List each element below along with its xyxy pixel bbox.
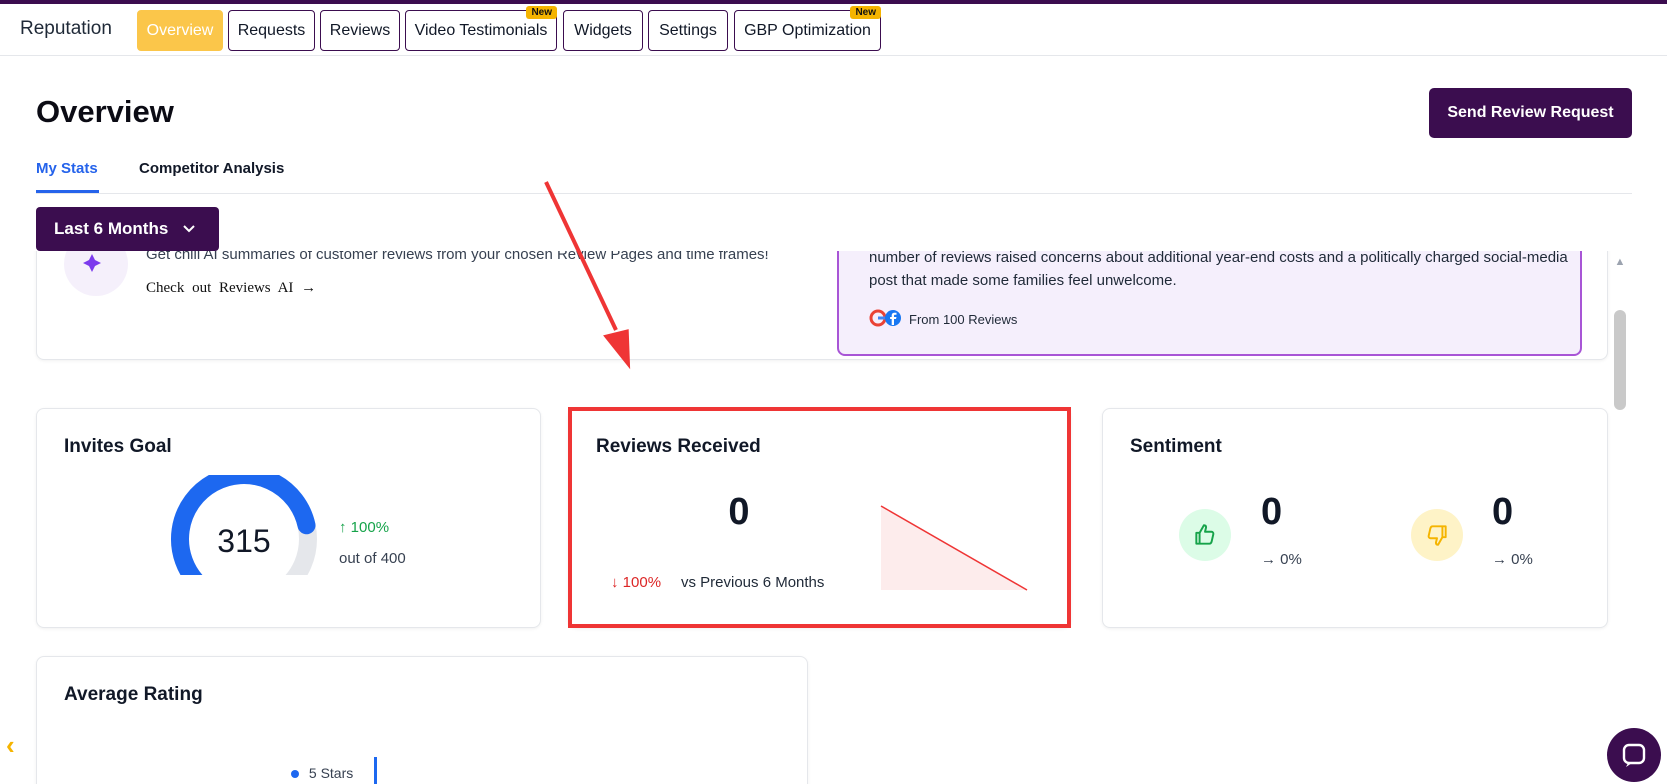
invites-goal-trend-value: 100% (350, 519, 390, 536)
send-review-request-button[interactable]: Send Review Request (1429, 88, 1632, 138)
date-range-label: Last 6 Months (54, 219, 169, 238)
reviews-received-trend-value: 100% (622, 574, 662, 591)
tab-requests-label: Requests (237, 21, 306, 39)
tab-settings[interactable]: Settings (648, 10, 728, 51)
sentiment-positive-value: 0 (1261, 491, 1283, 533)
chat-widget-button[interactable] (1607, 728, 1661, 782)
scrollbar-thumb[interactable] (1614, 310, 1626, 410)
tab-video-testimonials[interactable]: Video Testimonials New (405, 6, 557, 51)
reviews-trend-sparkline (879, 504, 1029, 594)
average-rating-title: Average Rating (64, 684, 203, 705)
tab-widgets[interactable]: Widgets (563, 10, 643, 51)
invites-goal-title: Invites Goal (64, 436, 172, 457)
thumbs-up-icon (1179, 509, 1231, 561)
invites-goal-card: Invites Goal 315 ↑ 100% out of 400 (36, 408, 541, 628)
invites-goal-value: 315 (217, 523, 271, 559)
new-badge: New (526, 6, 557, 19)
invites-goal-target: out of 400 (339, 550, 406, 567)
annotation-arrow (540, 180, 640, 370)
average-rating-legend-item: 5 Stars (291, 765, 353, 781)
app-title: Reputation (20, 18, 112, 39)
arrow-down-icon: ↓ (611, 574, 619, 591)
subtabs-divider (36, 193, 1632, 194)
scroll-up-arrow[interactable]: ▲ (1612, 256, 1628, 270)
thumbs-down-icon (1411, 509, 1463, 561)
average-rating-card: Average Rating 5 Stars (36, 656, 808, 784)
tab-widgets-label: Widgets (574, 21, 632, 39)
ai-summary-text: number of reviews raised concerns about … (869, 251, 1568, 289)
new-badge: New (850, 6, 881, 19)
reviews-ai-link-label: Check out Reviews AI (146, 280, 294, 296)
top-navigation: Reputation Overview Requests Reviews Vid… (0, 4, 1667, 56)
sentiment-title: Sentiment (1130, 436, 1222, 457)
sentiment-positive-change: → 0% (1261, 551, 1302, 568)
invites-goal-gauge: 315 (164, 466, 324, 594)
chevron-down-icon (182, 221, 196, 237)
ai-summary-source: From 100 Reviews (909, 312, 1018, 327)
reviews-received-comparison: vs Previous 6 Months (681, 574, 825, 591)
stats-scroll-area[interactable]: Get chill AI summaries of customer revie… (0, 251, 1667, 784)
tab-reviews[interactable]: Reviews (320, 10, 400, 51)
sentiment-positive-change-value: 0% (1280, 551, 1302, 568)
legend-dot-icon (291, 770, 299, 778)
invites-goal-trend: ↑ 100% (339, 519, 389, 536)
arrow-right-icon: → (1261, 551, 1276, 568)
arrow-right-icon: → (301, 280, 317, 296)
date-range-dropdown[interactable]: Last 6 Months (36, 207, 219, 251)
tab-requests[interactable]: Requests (228, 10, 315, 51)
tab-gbp-optimization[interactable]: GBP Optimization New (734, 6, 881, 51)
tab-gbp-optimization-label: GBP Optimization (744, 21, 871, 39)
tab-overview[interactable]: Overview (137, 10, 223, 51)
chat-icon (1622, 743, 1646, 767)
sparkle-icon (64, 251, 128, 296)
subtab-my-stats[interactable]: My Stats (36, 160, 98, 177)
subtab-competitor-analysis[interactable]: Competitor Analysis (139, 160, 284, 177)
tab-settings-label: Settings (659, 21, 717, 39)
sentiment-card: Sentiment 0 → 0% 0 → 0% (1102, 408, 1608, 628)
sentiment-negative-value: 0 (1492, 491, 1514, 533)
ai-summary-card: Get chill AI summaries of customer revie… (36, 251, 1608, 360)
subtab-active-indicator (36, 190, 99, 193)
page-title: Overview (36, 94, 174, 129)
ai-summary-box: number of reviews raised concerns about … (837, 251, 1582, 356)
average-rating-legend-label: 5 Stars (308, 765, 354, 781)
chevron-left-icon[interactable]: ‹ (6, 730, 15, 761)
tab-overview-label: Overview (146, 21, 214, 39)
average-rating-bar (374, 757, 377, 784)
reviews-received-title: Reviews Received (596, 436, 761, 457)
reviews-ai-link[interactable]: Check out Reviews AI → (146, 280, 316, 297)
arrow-right-icon: → (1492, 551, 1507, 568)
arrow-up-icon: ↑ (339, 519, 347, 536)
tab-video-testimonials-label: Video Testimonials (414, 21, 548, 39)
sentiment-negative-change: → 0% (1492, 551, 1533, 568)
sentiment-negative-change-value: 0% (1511, 551, 1533, 568)
tab-reviews-label: Reviews (329, 21, 391, 39)
reviews-received-trend: ↓ 100% (611, 574, 661, 591)
google-facebook-logo (869, 308, 903, 328)
reviews-received-card: Reviews Received 0 ↓ 100% vs Previous 6 … (568, 408, 1071, 628)
ai-banner-text: Get chill AI summaries of customer revie… (146, 251, 769, 263)
reviews-received-value: 0 (728, 491, 750, 533)
